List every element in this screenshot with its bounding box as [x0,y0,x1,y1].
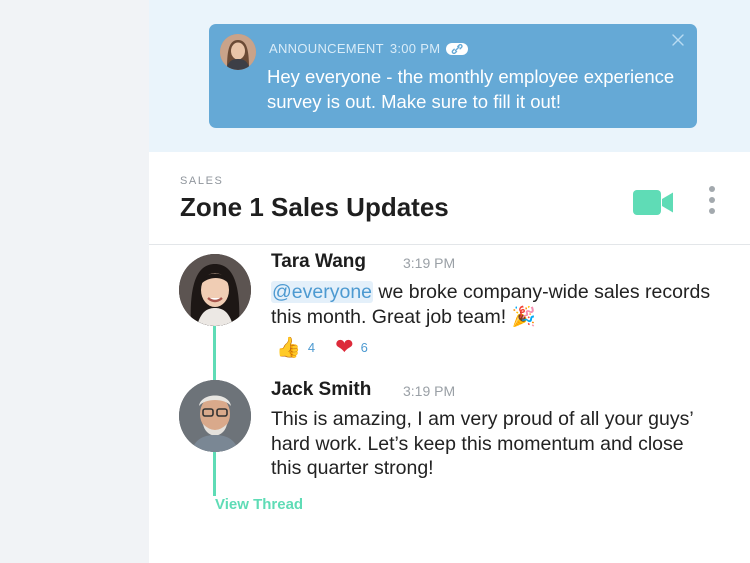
message-author[interactable]: Tara Wang [271,251,366,273]
avatar-tara-wang[interactable] [179,254,251,326]
heart-icon: ❤ [335,334,354,359]
sidebar [0,0,149,563]
message-time: 3:19 PM [403,255,456,271]
announcement-banner[interactable]: ANNOUNCEMENT 3:00 PM Hey everyone - the … [209,24,697,128]
more-options-icon[interactable] [703,186,721,220]
header-divider [149,244,750,245]
reaction-count: 4 [307,339,316,355]
message-author[interactable]: Jack Smith [271,379,371,401]
link-icon[interactable] [446,42,469,55]
channel-title: Zone 1 Sales Updates [180,192,449,222]
close-icon[interactable] [671,33,685,47]
reaction-thumbs-up[interactable]: 👍 4 [276,335,315,360]
party-popper-icon: 🎉 [511,305,536,328]
announcement-header: ANNOUNCEMENT 3:00 PM [269,41,469,56]
announcement-time: 3:00 PM [389,41,441,56]
thumbs-up-icon: 👍 [276,336,301,359]
announcement-text: Hey everyone - the monthly employee expe… [267,66,675,112]
message-text: This is amazing, I am very proud of all … [271,408,693,479]
announcement-label: ANNOUNCEMENT [269,41,384,56]
reaction-count: 6 [360,339,368,355]
reaction-heart[interactable]: ❤ 6 [335,334,368,360]
video-call-icon[interactable] [633,190,675,215]
avatar-jack-smith[interactable] [179,380,251,452]
channel-category: SALES [180,175,224,187]
message-text: @everyone we broke company-wide sales re… [271,280,721,329]
announcement-avatar [220,34,256,70]
view-thread-link[interactable]: View Thread [215,496,303,513]
reactions-bar: 👍 4 ❤ 6 [276,334,388,360]
message-time: 3:19 PM [403,383,456,399]
mention-link[interactable]: @everyone [271,281,374,303]
